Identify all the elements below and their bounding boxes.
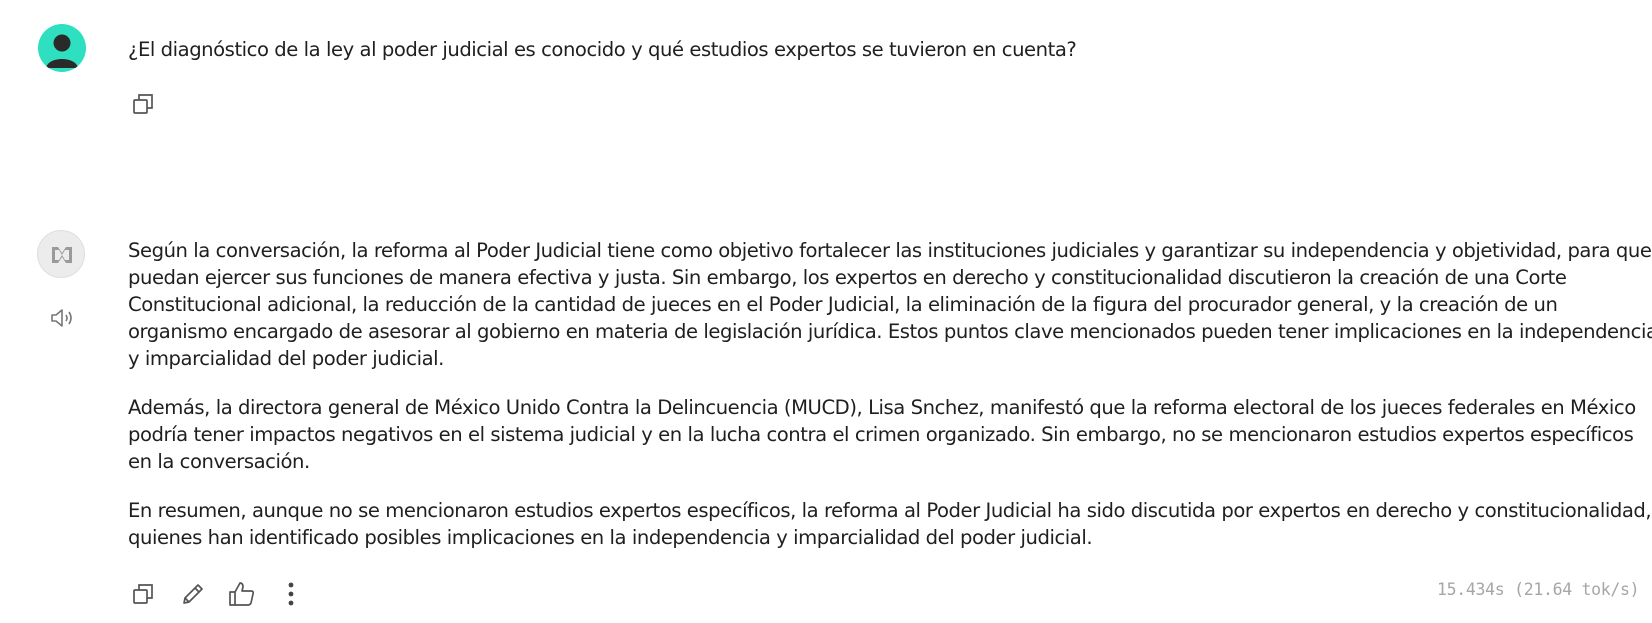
- assistant-message-text: Según la conversación, la reforma al Pod…: [128, 237, 1652, 573]
- model-logo-icon: [37, 230, 85, 278]
- speaker-icon[interactable]: [46, 302, 78, 334]
- thumbs-up-icon[interactable]: [226, 578, 258, 610]
- edit-icon[interactable]: [177, 578, 209, 610]
- assistant-paragraph: En resumen, aunque no se mencionaron est…: [128, 499, 1652, 549]
- assistant-paragraph: Además, la directora general de México U…: [128, 396, 1636, 473]
- user-message-text: ¿El diagnóstico de la ley al poder judic…: [128, 38, 1077, 61]
- user-avatar-icon: [38, 24, 86, 72]
- copy-icon[interactable]: [127, 88, 159, 120]
- copy-icon[interactable]: [127, 578, 159, 610]
- assistant-paragraph: Según la conversación, la reforma al Pod…: [128, 239, 1652, 370]
- more-options-icon[interactable]: [275, 578, 307, 610]
- generation-timing: 15.434s (21.64 tok/s): [1437, 580, 1640, 599]
